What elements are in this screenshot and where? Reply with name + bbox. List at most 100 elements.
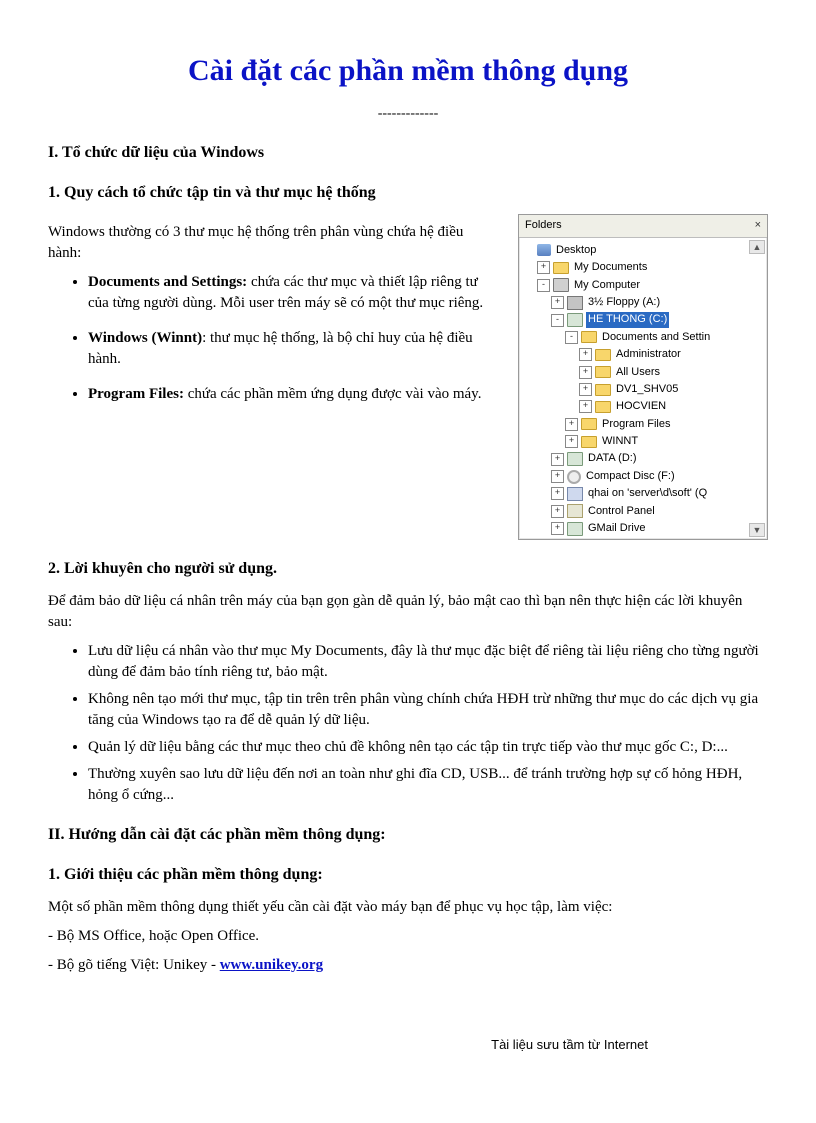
tree-node[interactable]: + Administrator bbox=[523, 346, 765, 363]
expand-icon[interactable]: + bbox=[551, 487, 564, 500]
expand-placeholder bbox=[523, 245, 534, 256]
cd-icon bbox=[567, 470, 581, 484]
section-1-1-intro: Windows thường có 3 thư mục hệ thống trê… bbox=[48, 222, 500, 264]
folder-icon bbox=[595, 366, 611, 378]
expand-icon[interactable]: + bbox=[579, 383, 592, 396]
tree-node-label[interactable]: DATA (D:) bbox=[586, 451, 638, 466]
expand-icon[interactable]: + bbox=[565, 418, 578, 431]
section-2-1-intro: Một số phần mềm thông dụng thiết yếu cần… bbox=[48, 897, 768, 918]
tree-node[interactable]: + GMail Drive bbox=[523, 520, 765, 537]
tree-node[interactable]: + DV1_SHV05 bbox=[523, 381, 765, 398]
list-item: Windows (Winnt): thư mục hệ thống, là bộ… bbox=[88, 328, 500, 370]
tree-node[interactable]: - HE THONG (C:) bbox=[523, 311, 765, 328]
computer-icon bbox=[553, 278, 569, 292]
collapse-icon[interactable]: - bbox=[565, 331, 578, 344]
tree-node[interactable]: + Control Panel bbox=[523, 503, 765, 520]
bullet-text: chứa các phần mềm ứng dụng được vài vào … bbox=[184, 386, 482, 402]
expand-icon[interactable]: + bbox=[579, 348, 592, 361]
folder-icon bbox=[595, 384, 611, 396]
folder-tree[interactable]: ▲ ▼ Desktop+My Documents-My Computer+3½ … bbox=[519, 238, 767, 540]
tree-node-label[interactable]: Program Files bbox=[600, 417, 672, 432]
expand-icon[interactable]: + bbox=[551, 453, 564, 466]
section-1-heading: I. Tổ chức dữ liệu của Windows bbox=[48, 142, 768, 164]
section-1-1-list: Documents and Settings: chứa các thư mục… bbox=[48, 272, 500, 405]
floppy-icon bbox=[567, 296, 583, 310]
tree-node[interactable]: +3½ Floppy (A:) bbox=[523, 294, 765, 311]
tree-node-label[interactable]: DV1_SHV05 bbox=[614, 382, 680, 397]
folder-icon bbox=[595, 401, 611, 413]
tree-node-label[interactable]: Control Panel bbox=[586, 504, 657, 519]
bullet-bold: Windows (Winnt) bbox=[88, 330, 202, 346]
software-line-2: - Bộ gõ tiếng Việt: Unikey - www.unikey.… bbox=[48, 955, 768, 976]
folder-icon bbox=[581, 331, 597, 343]
network-icon bbox=[567, 487, 583, 501]
section-1-2-intro: Để đảm bảo dữ liệu cá nhân trên máy của … bbox=[48, 591, 768, 633]
expand-icon[interactable]: + bbox=[565, 435, 578, 448]
list-item: Quản lý dữ liệu bằng các thư mục theo ch… bbox=[88, 737, 768, 758]
tree-node[interactable]: + All Users bbox=[523, 364, 765, 381]
folder-icon bbox=[595, 349, 611, 361]
desktop-icon bbox=[537, 244, 551, 256]
list-item: Lưu dữ liệu cá nhân vào thư mục My Docum… bbox=[88, 641, 768, 683]
drive-icon bbox=[567, 452, 583, 466]
folders-panel: Folders × ▲ ▼ Desktop + My Documents - My Co… bbox=[518, 214, 768, 540]
expand-icon[interactable]: + bbox=[551, 522, 564, 535]
tree-node[interactable]: + Compact Disc (F:) bbox=[523, 468, 765, 485]
tree-node[interactable]: + Program Files bbox=[523, 416, 765, 433]
list-item: Không nên tạo mới thư mục, tập tin trên … bbox=[88, 689, 768, 731]
tree-node-label[interactable]: My Documents bbox=[572, 260, 649, 275]
tree-node-label[interactable]: HE THONG (C:) bbox=[586, 312, 669, 327]
unikey-link[interactable]: www.unikey.org bbox=[220, 957, 323, 973]
list-item: Documents and Settings: chứa các thư mục… bbox=[88, 272, 500, 314]
tree-node[interactable]: Desktop bbox=[523, 242, 765, 259]
folders-title: Folders bbox=[525, 218, 562, 233]
divider: ------------- bbox=[48, 104, 768, 124]
tree-node-label[interactable]: 3½ Floppy (A:) bbox=[586, 295, 662, 310]
tree-node-label[interactable]: Administrator bbox=[614, 347, 683, 362]
tree-node[interactable]: + My Documents bbox=[523, 259, 765, 276]
ctrl-icon bbox=[567, 504, 583, 518]
tree-node-label[interactable]: qhai on 'server\d\soft' (Q bbox=[586, 486, 709, 501]
section-1-1-heading: 1. Quy cách tổ chức tập tin và thư mục h… bbox=[48, 182, 768, 204]
footer-text: Tài liệu sưu tầm từ Internet bbox=[48, 1036, 768, 1054]
collapse-icon[interactable]: - bbox=[551, 314, 564, 327]
bullet-bold: Program Files: bbox=[88, 386, 184, 402]
close-icon[interactable]: × bbox=[755, 218, 761, 233]
list-item: Program Files: chứa các phần mềm ứng dụn… bbox=[88, 384, 500, 405]
line2-prefix: - Bộ gõ tiếng Việt: Unikey - bbox=[48, 957, 220, 973]
list-item: Thường xuyên sao lưu dữ liệu đến nơi an … bbox=[88, 764, 768, 806]
section-1-2-list: Lưu dữ liệu cá nhân vào thư mục My Docum… bbox=[48, 641, 768, 806]
folders-header: Folders × bbox=[519, 215, 767, 237]
tree-node-label[interactable]: Documents and Settin bbox=[600, 330, 712, 345]
scroll-down-icon[interactable]: ▼ bbox=[749, 523, 765, 537]
folder-icon bbox=[553, 262, 569, 274]
section-2-1-heading: 1. Giới thiệu các phần mềm thông dụng: bbox=[48, 864, 768, 886]
tree-node-label[interactable]: WINNT bbox=[600, 434, 640, 449]
tree-node-label[interactable]: GMail Drive bbox=[586, 521, 647, 536]
expand-icon[interactable]: + bbox=[551, 505, 564, 518]
section-1-2-heading: 2. Lời khuyên cho người sử dụng. bbox=[48, 558, 768, 580]
tree-node-label[interactable]: Desktop bbox=[554, 243, 598, 258]
tree-node[interactable]: - My Computer bbox=[523, 277, 765, 294]
tree-node[interactable]: - Documents and Settin bbox=[523, 329, 765, 346]
collapse-icon[interactable]: - bbox=[537, 279, 550, 292]
tree-node[interactable]: + HOCVIEN bbox=[523, 398, 765, 415]
folder-icon bbox=[581, 436, 597, 448]
section-2-heading: II. Hướng dẫn cài đặt các phần mềm thông… bbox=[48, 824, 768, 846]
tree-node-label[interactable]: HOCVIEN bbox=[614, 399, 668, 414]
expand-icon[interactable]: + bbox=[537, 261, 550, 274]
bullet-bold: Documents and Settings: bbox=[88, 274, 247, 290]
tree-node[interactable]: + DATA (D:) bbox=[523, 450, 765, 467]
scroll-up-icon[interactable]: ▲ bbox=[749, 240, 765, 254]
tree-node[interactable]: + qhai on 'server\d\soft' (Q bbox=[523, 485, 765, 502]
tree-node-label[interactable]: All Users bbox=[614, 365, 662, 380]
software-line-1: - Bộ MS Office, hoặc Open Office. bbox=[48, 926, 768, 947]
expand-icon[interactable]: + bbox=[551, 470, 564, 483]
tree-node-label[interactable]: My Computer bbox=[572, 278, 642, 293]
folder-icon bbox=[581, 418, 597, 430]
expand-icon[interactable]: + bbox=[579, 400, 592, 413]
expand-icon[interactable]: + bbox=[579, 366, 592, 379]
tree-node[interactable]: + WINNT bbox=[523, 433, 765, 450]
tree-node-label[interactable]: Compact Disc (F:) bbox=[584, 469, 677, 484]
expand-icon[interactable]: + bbox=[551, 296, 564, 309]
